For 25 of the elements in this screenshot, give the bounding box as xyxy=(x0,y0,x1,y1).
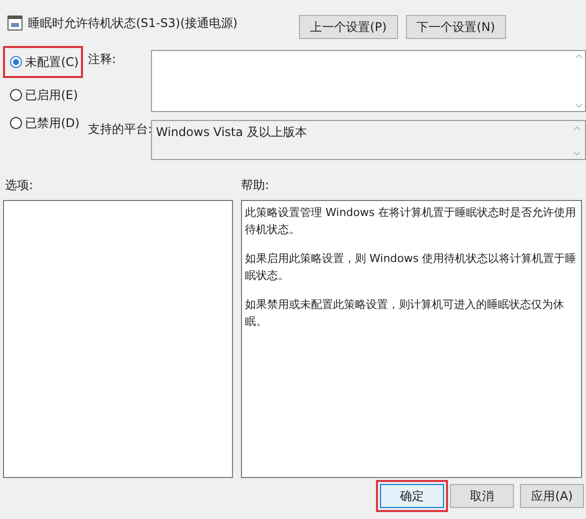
help-label: 帮助: xyxy=(241,177,270,194)
help-paragraph: 如果启用此策略设置，则 Windows 使用待机状态以将计算机置于睡眠状态。 xyxy=(245,251,578,284)
radio-option[interactable]: 已禁用(D) xyxy=(3,112,83,134)
radio-option[interactable]: 未配置(C) xyxy=(3,46,83,78)
nav-button[interactable]: 上一个设置(P) xyxy=(299,15,398,39)
comment-field[interactable] xyxy=(151,50,586,112)
help-paragraph: 如果禁用或未配置此策略设置，则计算机可进入的睡眠状态仅为休眠。 xyxy=(245,297,565,330)
policy-icon xyxy=(7,15,23,31)
platform-value: Windows Vista 及以上版本 xyxy=(156,124,307,141)
scroll-down-icon[interactable] xyxy=(575,103,583,109)
platform-label: 支持的平台: xyxy=(87,121,151,138)
comment-label: 注释: xyxy=(87,51,118,68)
radio-option[interactable]: 已启用(E) xyxy=(3,84,83,106)
dialog-button[interactable]: 取消 xyxy=(450,484,514,508)
scroll-up-icon[interactable] xyxy=(575,53,583,59)
scroll-up-icon[interactable] xyxy=(573,125,581,131)
radio-button[interactable] xyxy=(10,117,22,129)
radio-button[interactable] xyxy=(10,56,22,68)
dialog-button[interactable]: 应用(A) xyxy=(520,484,584,508)
help-paragraph: 此策略设置管理 Windows 在将计算机置于睡眠状态时是否允许使用待机状态。 xyxy=(245,205,578,238)
window-title: 睡眠时允许待机状态(S1-S3)(接通电源) xyxy=(28,15,238,32)
radio-button[interactable] xyxy=(10,89,22,101)
nav-button[interactable]: 下一个设置(N) xyxy=(406,15,506,39)
options-label: 选项: xyxy=(4,177,34,194)
scroll-down-icon[interactable] xyxy=(573,151,581,157)
